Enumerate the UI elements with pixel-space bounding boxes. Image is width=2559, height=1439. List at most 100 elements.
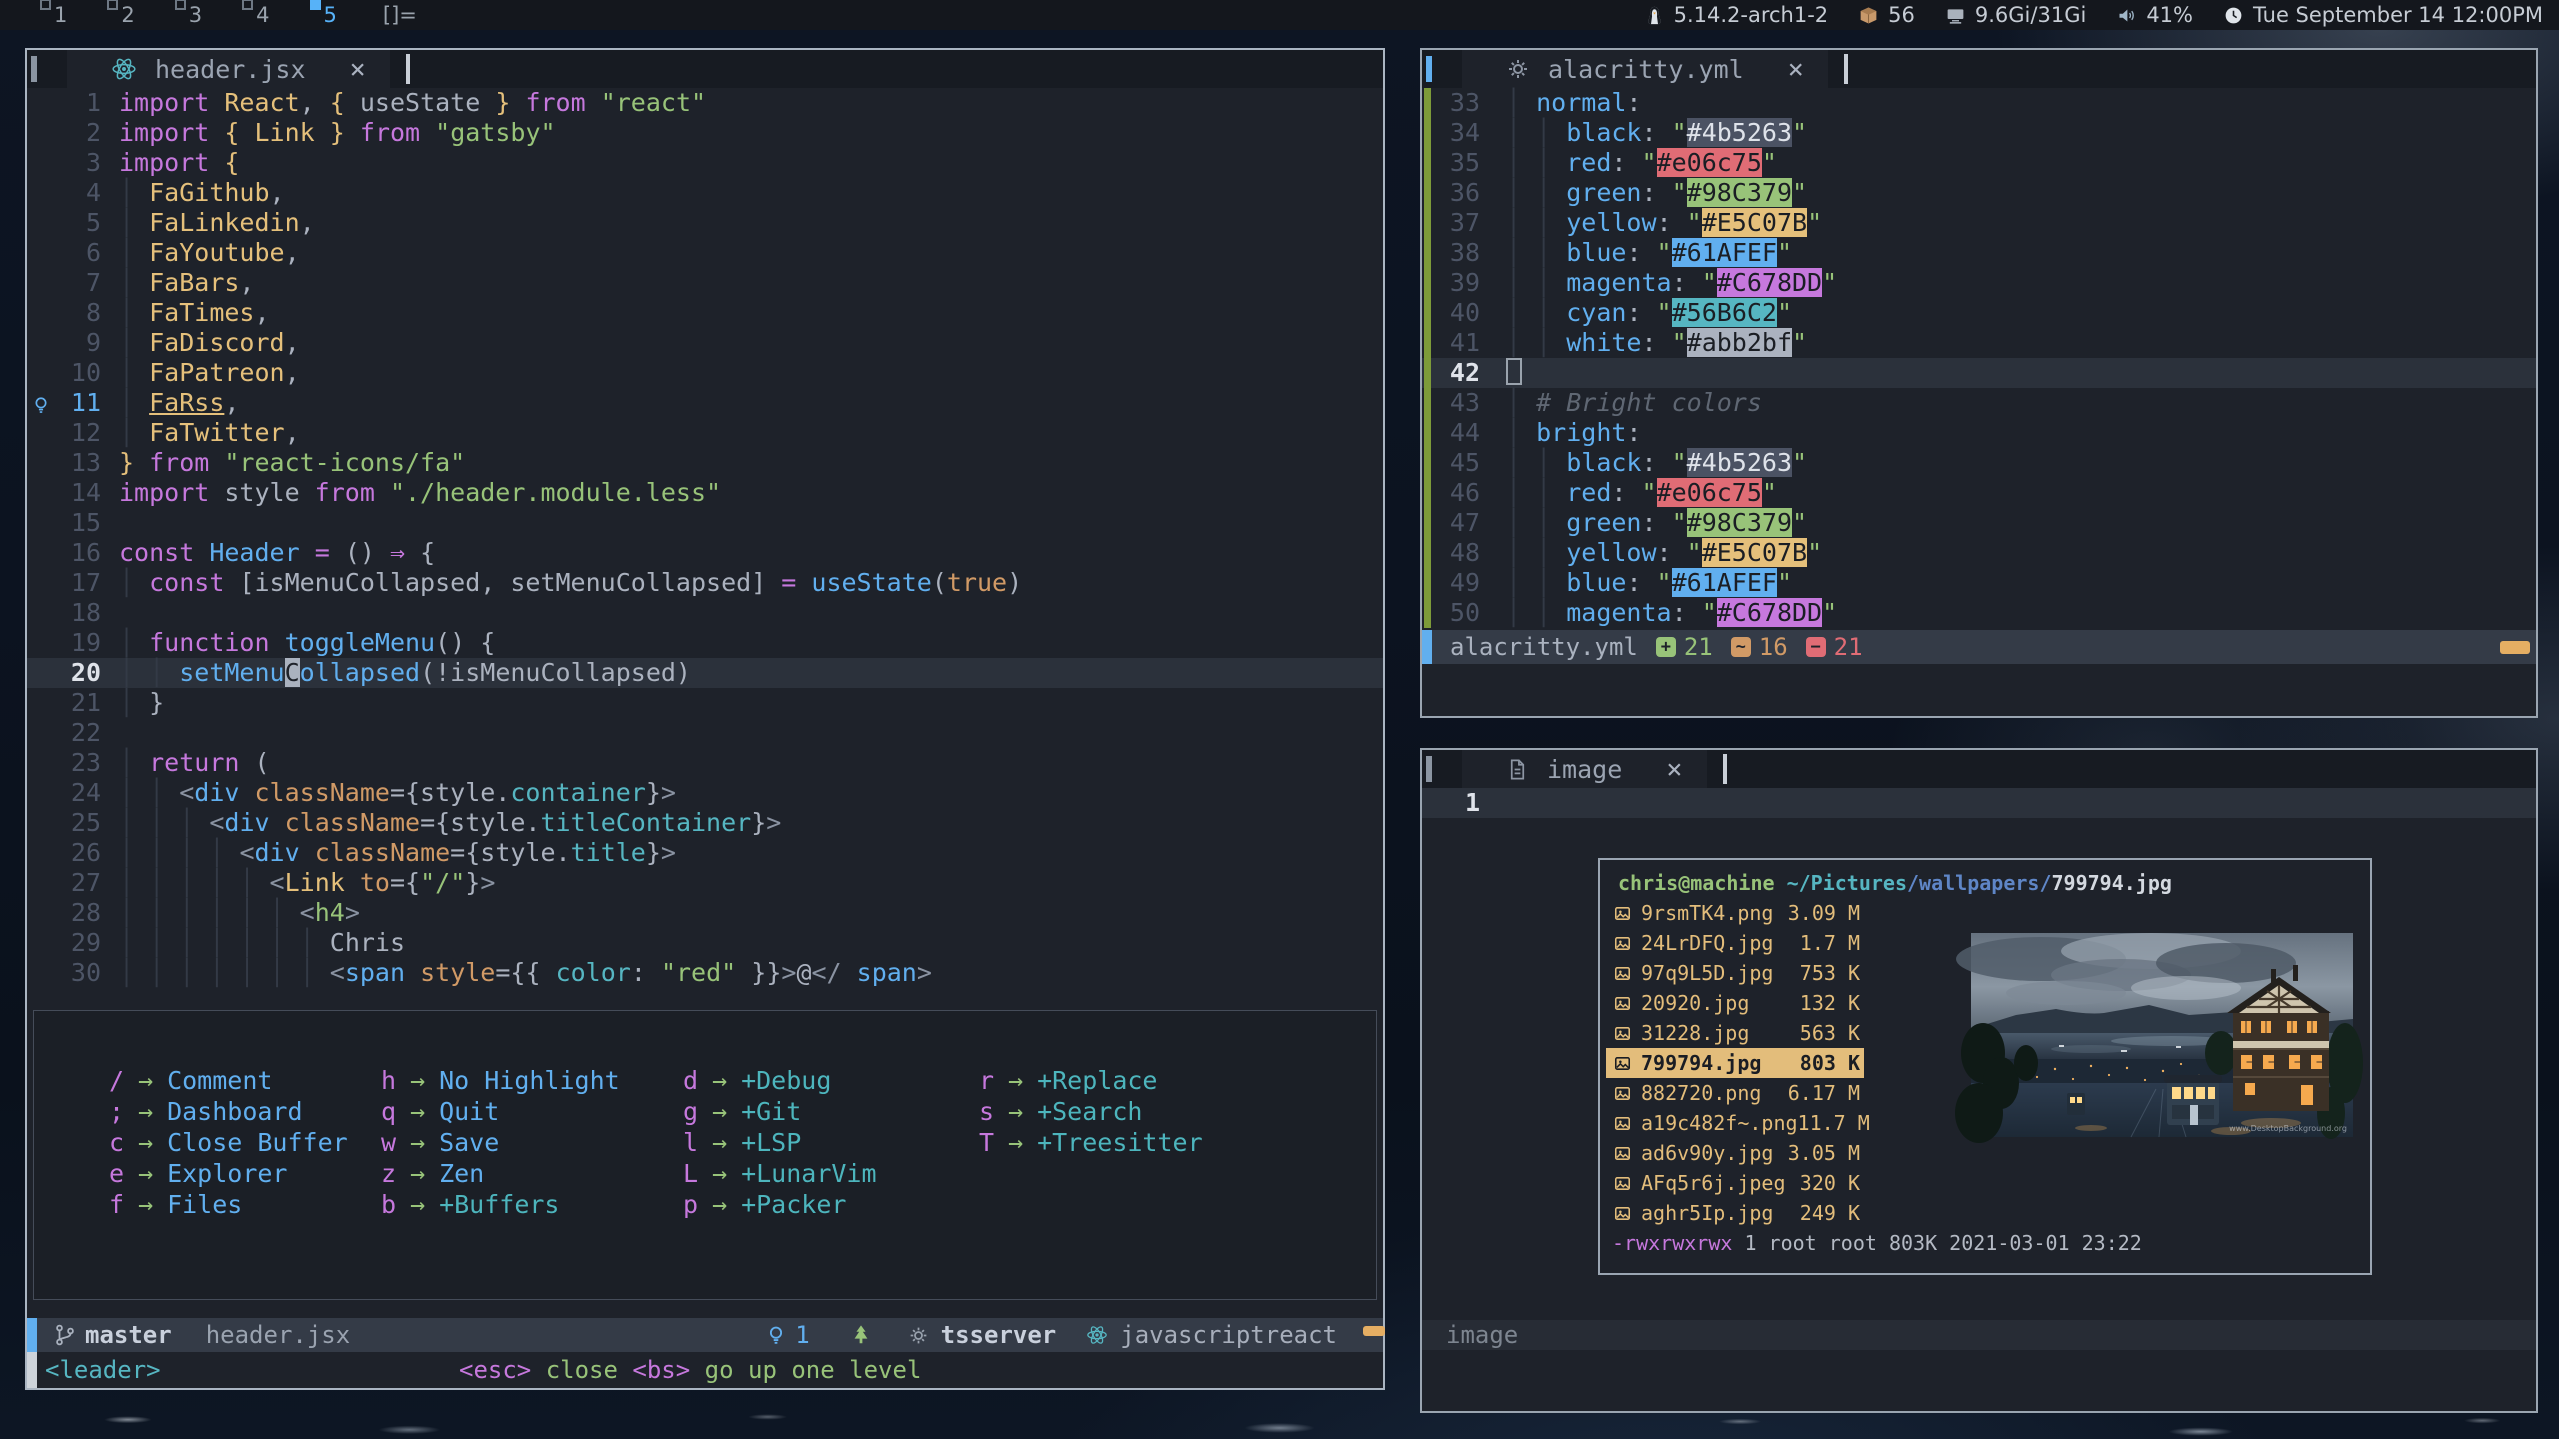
- which-key-item-h[interactable]: h→No Highlight: [370, 1065, 672, 1096]
- which-key-item-l[interactable]: l→+LSP: [672, 1127, 968, 1158]
- status-text: 9.6Gi/31Gi: [1975, 3, 2086, 27]
- command-line[interactable]: <leader> <esc> close <bs> go up one leve…: [27, 1352, 1383, 1388]
- git-removed-icon: −: [1806, 637, 1826, 657]
- memory-icon: [1945, 5, 1966, 26]
- code-line-41: 41│ │ white: "#abb2bf": [1422, 328, 2536, 358]
- tab-alacritty-yml[interactable]: alacritty.yml ×: [1462, 50, 1828, 88]
- file-row[interactable]: 882720.png6.17 M: [1606, 1078, 1864, 1108]
- code-line-39: 39│ │ magenta: "#C678DD": [1422, 268, 2536, 298]
- sign-column: [27, 808, 57, 838]
- which-key-item-;[interactable]: ;→Dashboard: [98, 1096, 370, 1127]
- workspace-button-5[interactable]: 5: [312, 3, 337, 27]
- package-icon: [1858, 5, 1879, 26]
- file-name: AFq5r6j.jpeg: [1641, 1168, 1800, 1198]
- code-line-22: 22: [27, 718, 1383, 748]
- line-number: 28: [57, 898, 101, 928]
- color-swatch: #C678DD: [1717, 268, 1822, 297]
- file-size: 3.09 M: [1788, 898, 1860, 928]
- which-key-item-z[interactable]: z→Zen: [370, 1158, 672, 1189]
- workspace-button-4[interactable]: 4: [244, 3, 269, 27]
- which-key-item-g[interactable]: g→+Git: [672, 1096, 968, 1127]
- which-key-item-c[interactable]: c→Close Buffer: [98, 1127, 370, 1158]
- which-key-item-b[interactable]: b→+Buffers: [370, 1189, 672, 1220]
- git-added-icon: +: [1656, 637, 1676, 657]
- file-row[interactable]: 9rsmTK4.png3.09 M: [1606, 898, 1864, 928]
- which-key-popup: /→Comment;→Dashboardc→Close Buffere→Expl…: [33, 1010, 1377, 1300]
- which-key-item-q[interactable]: q→Quit: [370, 1096, 672, 1127]
- which-key-item-d[interactable]: d→+Debug: [672, 1065, 968, 1096]
- line-text: │ FaYoutube,: [119, 238, 300, 268]
- file-row[interactable]: 24LrDFQ.jpg1.7 M: [1606, 928, 1864, 958]
- workspace-button-1[interactable]: 1: [42, 3, 67, 27]
- sign-column: [27, 868, 57, 898]
- file-row[interactable]: aghr5Ip.jpg249 K: [1606, 1198, 1864, 1228]
- file-name: 31228.jpg: [1641, 1018, 1800, 1048]
- which-key-item-L[interactable]: L→+LunarVim: [672, 1158, 968, 1189]
- line-text: │ │ red: "#e06c75": [1506, 148, 1777, 178]
- which-key-item-f[interactable]: f→Files: [98, 1189, 370, 1220]
- status-item: 56: [1858, 3, 1915, 27]
- document-icon: [1506, 758, 1529, 781]
- close-icon[interactable]: ×: [1666, 756, 1682, 783]
- line-text: } from "react-icons/fa": [119, 448, 465, 478]
- sign-column: [27, 688, 57, 718]
- image-file-icon: [1614, 1115, 1631, 1132]
- key: q: [370, 1096, 396, 1127]
- binding-label: +Git: [741, 1096, 801, 1127]
- tab-image[interactable]: image ×: [1462, 750, 1707, 788]
- close-icon[interactable]: ×: [1788, 56, 1804, 83]
- yaml-code-area[interactable]: 33│ normal:34│ │ black: "#4b5263"35│ │ r…: [1422, 88, 2536, 628]
- color-swatch: #e06c75: [1657, 148, 1762, 177]
- statusline-label: image: [1446, 1321, 1518, 1349]
- which-key-item-r[interactable]: r→+Replace: [968, 1065, 1203, 1096]
- layout-indicator[interactable]: []=: [383, 3, 417, 27]
- key: b: [370, 1189, 396, 1220]
- image-file-icon: [1614, 1205, 1631, 1222]
- sign-column: [27, 358, 57, 388]
- which-key-item-e[interactable]: e→Explorer: [98, 1158, 370, 1189]
- filetype-react-icon: [1086, 1324, 1108, 1346]
- file-row[interactable]: a19c482f~.png11.7 M: [1606, 1108, 1864, 1138]
- close-icon[interactable]: ×: [350, 56, 366, 83]
- arrow-icon: →: [410, 1189, 425, 1220]
- file-size: 803 K: [1800, 1048, 1860, 1078]
- image-terminal-window: image × 1 chris@machine ~/Pictures/wallp…: [1420, 748, 2538, 1413]
- line-text: │ │ green: "#98C379": [1506, 508, 1807, 538]
- line-number: 25: [57, 808, 101, 838]
- file-row-selected[interactable]: 799794.jpg803 K: [1606, 1048, 1864, 1078]
- file-row[interactable]: AFq5r6j.jpeg320 K: [1606, 1168, 1864, 1198]
- line-text: │ │ <div className={style.container}>: [119, 778, 676, 808]
- git-branch-name[interactable]: master: [85, 1321, 172, 1349]
- line-number: 9: [57, 328, 101, 358]
- which-key-item-p[interactable]: p→+Packer: [672, 1189, 968, 1220]
- file-row[interactable]: ad6v90y.jpg3.05 M: [1606, 1138, 1864, 1168]
- color-swatch: #98C379: [1687, 178, 1792, 207]
- which-key-item-w[interactable]: w→Save: [370, 1127, 672, 1158]
- color-swatch: #C678DD: [1717, 598, 1822, 627]
- binding-label: Close Buffer: [167, 1127, 348, 1158]
- code-area[interactable]: 1import React, { useState } from "react"…: [27, 88, 1383, 988]
- which-key-item-T[interactable]: T→+Treesitter: [968, 1127, 1203, 1158]
- sign-column: [27, 268, 57, 298]
- scrollbar-thumb[interactable]: [1363, 1326, 1385, 1336]
- code-line-19: 19│ function toggleMenu() {: [27, 628, 1383, 658]
- workspace-button-2[interactable]: 2: [109, 3, 134, 27]
- color-swatch: #61AFEF: [1672, 568, 1777, 597]
- arrow-icon: →: [410, 1158, 425, 1189]
- workspace-button-3[interactable]: 3: [177, 3, 202, 27]
- binding-label: +Replace: [1037, 1065, 1157, 1096]
- line-text: │ FaLinkedin,: [119, 208, 315, 238]
- which-key-item-/[interactable]: /→Comment: [98, 1065, 370, 1096]
- line-text: │ FaGithub,: [119, 178, 285, 208]
- line-text: │ │ cyan: "#56B6C2": [1506, 298, 1792, 328]
- tabline-edge-marker: [31, 56, 37, 82]
- tab-header-jsx[interactable]: header.jsx ×: [67, 50, 390, 88]
- which-key-item-s[interactable]: s→+Search: [968, 1096, 1203, 1127]
- file-row[interactable]: 31228.jpg563 K: [1606, 1018, 1864, 1048]
- file-row[interactable]: 20920.jpg132 K: [1606, 988, 1864, 1018]
- buffer-area[interactable]: 1: [1422, 788, 2536, 818]
- file-row[interactable]: 97q9L5D.jpg753 K: [1606, 958, 1864, 988]
- image-file-icon: [1614, 1085, 1631, 1102]
- code-line-34: 34│ │ black: "#4b5263": [1422, 118, 2536, 148]
- scrollbar-thumb[interactable]: [2500, 641, 2530, 654]
